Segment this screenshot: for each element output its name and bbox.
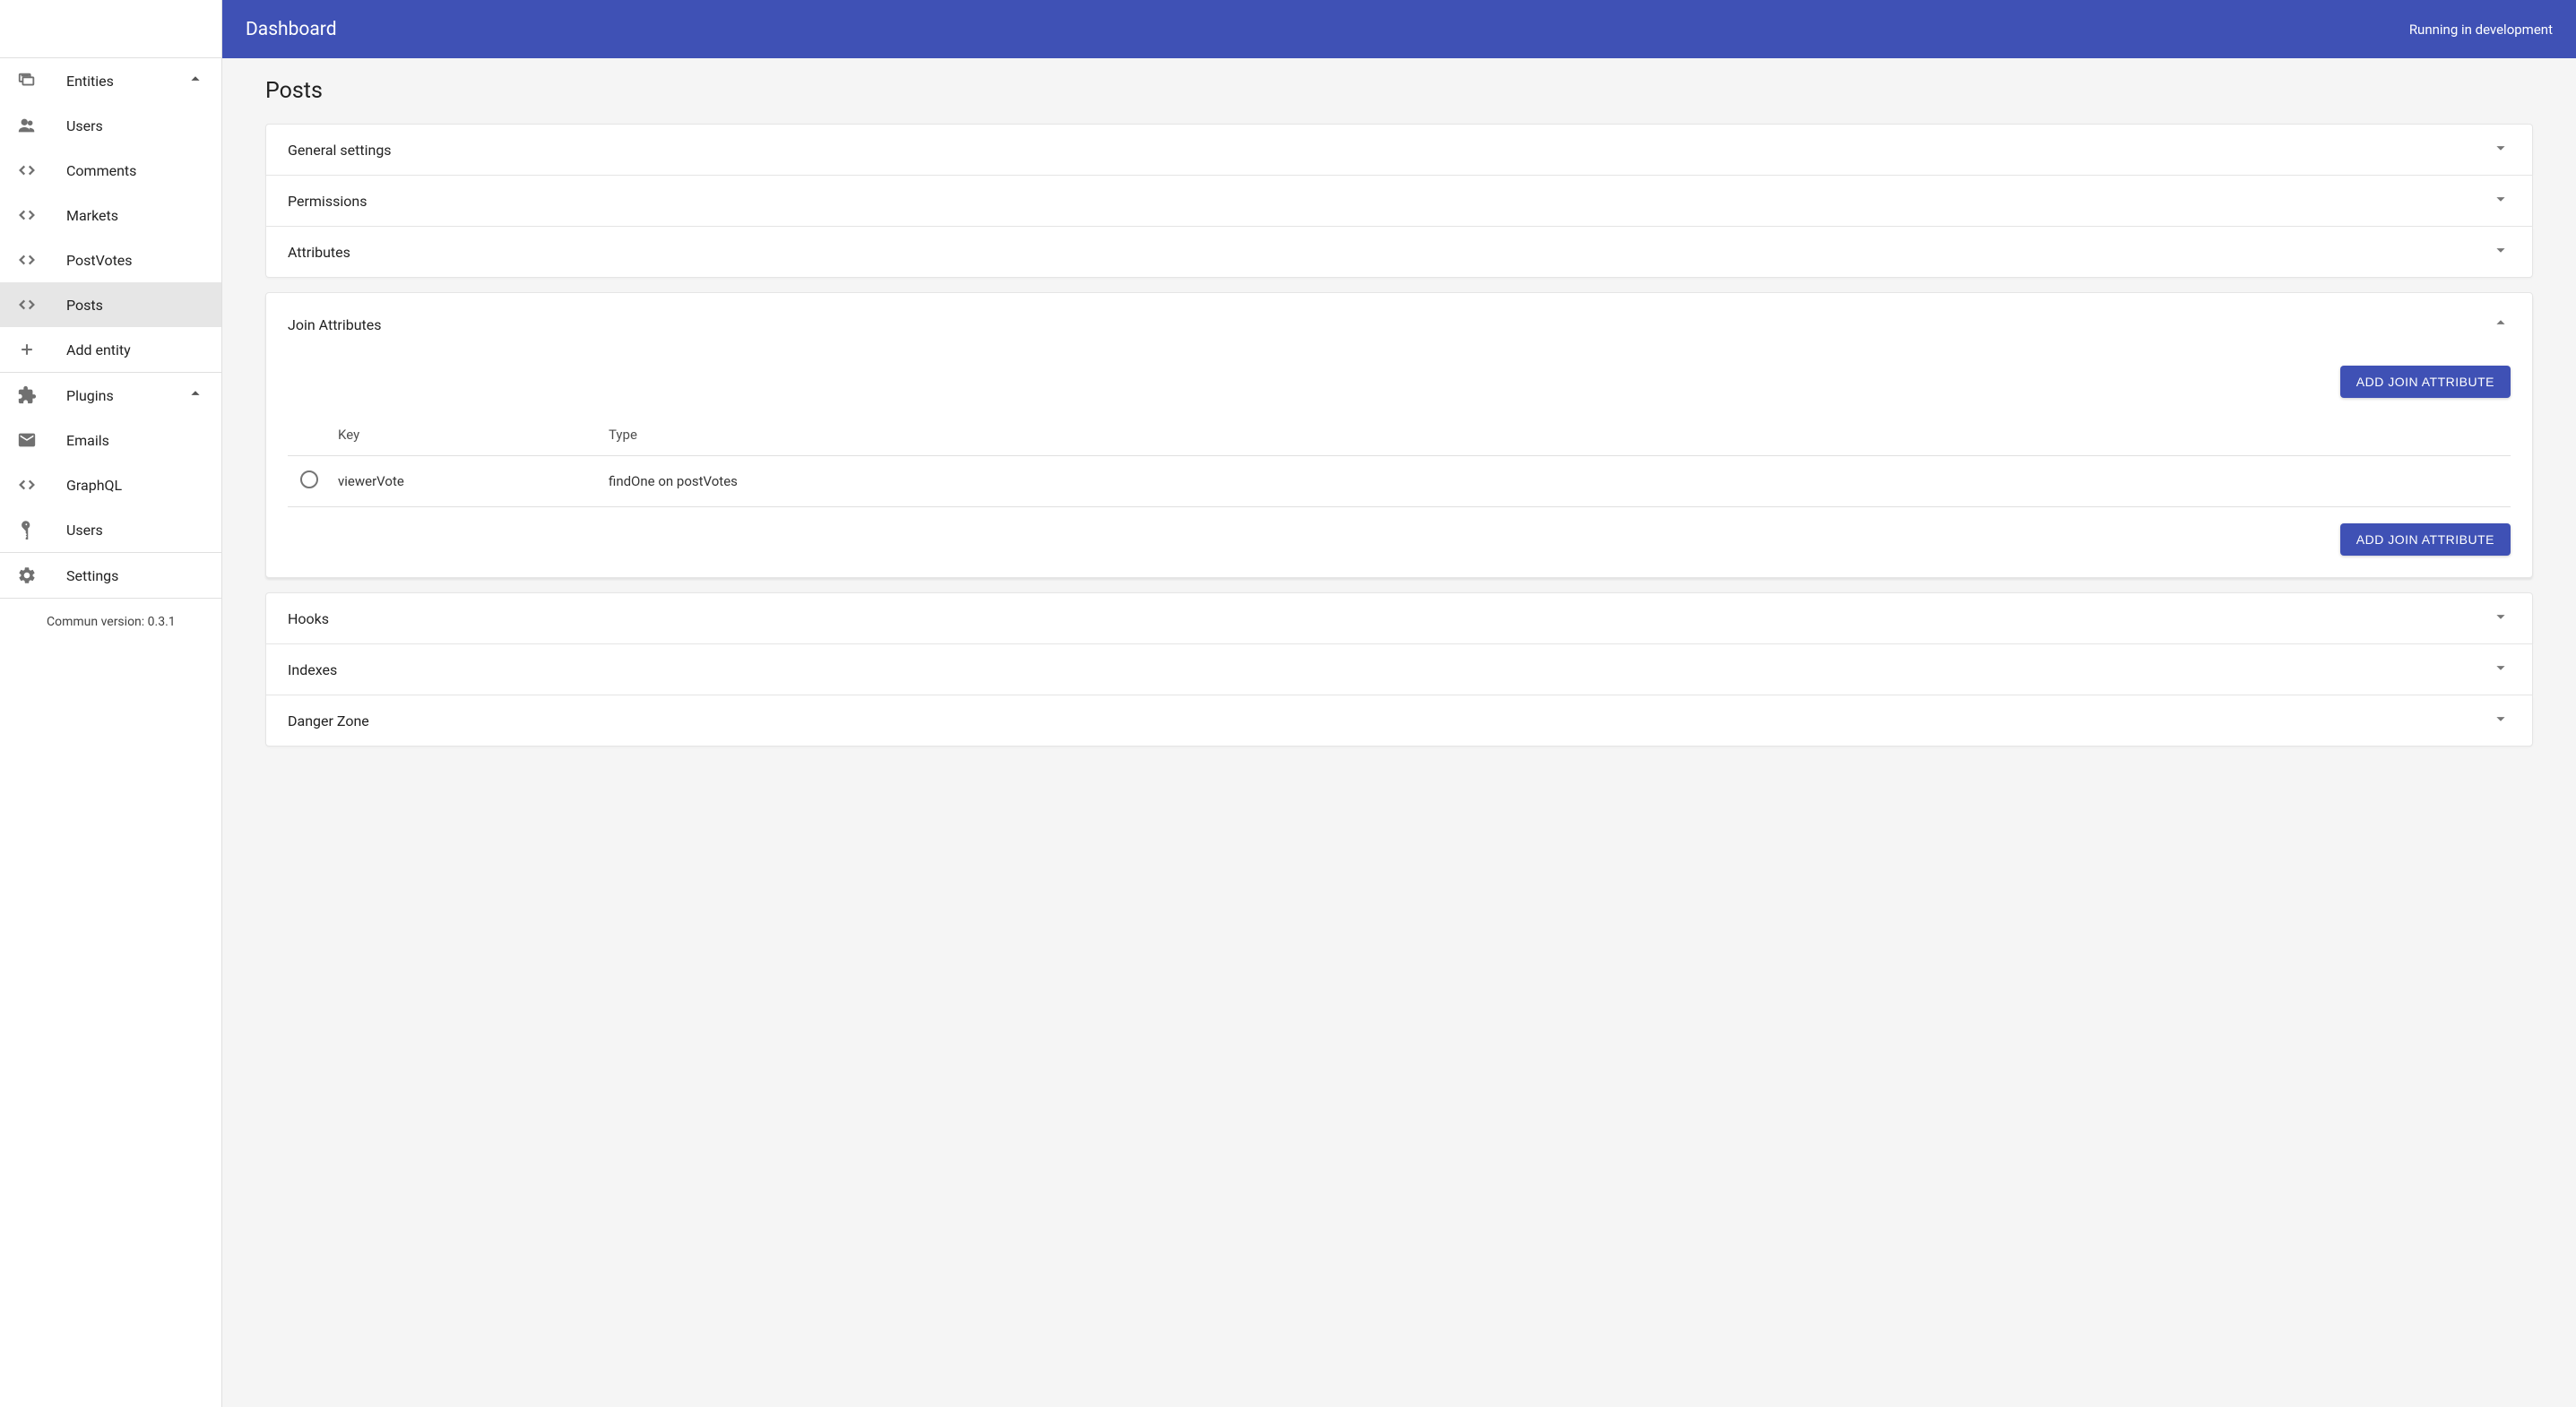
sidebar-item-comments[interactable]: Comments — [0, 148, 221, 193]
chevron-down-icon — [2491, 658, 2511, 681]
sidebar-item-label: Emails — [66, 432, 205, 449]
sidebar-item-emails[interactable]: Emails — [0, 418, 221, 462]
radio-icon[interactable] — [300, 470, 318, 488]
sidebar-header-plugins[interactable]: Plugins — [0, 373, 221, 418]
extension-icon — [16, 384, 38, 406]
panel-join-attributes-header[interactable]: Join Attributes — [266, 293, 2532, 350]
join-attributes-table: Key Type viewerVote findOne on postVotes — [288, 414, 2511, 507]
sidebar-item-graphql[interactable]: GraphQL — [0, 462, 221, 507]
plus-icon — [16, 339, 38, 360]
sidebar-item-label: Add entity — [66, 341, 205, 358]
key-icon — [16, 519, 38, 540]
sidebar-item-settings[interactable]: Settings — [0, 553, 221, 598]
app-header: Dashboard Running in development — [222, 0, 2576, 58]
chevron-down-icon — [2491, 240, 2511, 263]
sidebar-item-label: Comments — [66, 162, 205, 179]
sidebar-item-postvotes[interactable]: PostVotes — [0, 237, 221, 282]
code-icon — [16, 160, 38, 181]
sidebar-item-label: PostVotes — [66, 252, 205, 269]
add-join-attribute-button-bottom[interactable]: ADD JOIN ATTRIBUTE — [2340, 523, 2511, 556]
panel-title: General settings — [288, 142, 392, 159]
sidebar-section-plugins: Plugins Emails GraphQL — [0, 373, 221, 553]
panel-title: Hooks — [288, 610, 329, 627]
sidebar-header-entities-label: Entities — [66, 73, 186, 90]
code-icon — [16, 474, 38, 496]
sidebar-item-label: Users — [66, 117, 205, 134]
gear-icon — [16, 565, 38, 586]
chevron-up-icon — [2491, 313, 2511, 336]
main: Dashboard Running in development Posts G… — [222, 0, 2576, 1407]
page-title: Posts — [265, 78, 2533, 104]
panel-title: Join Attributes — [288, 316, 382, 333]
sidebar-header-plugins-label: Plugins — [66, 387, 186, 404]
chevron-up-icon — [186, 384, 205, 407]
version-label: Commun version: 0.3.1 — [0, 599, 221, 629]
header-env-label: Running in development — [2409, 22, 2553, 38]
chevron-down-icon — [2491, 138, 2511, 161]
code-icon — [16, 204, 38, 226]
content: Posts General settings Permissions — [222, 58, 2576, 781]
sidebar-header-entities[interactable]: Entities — [0, 58, 221, 103]
panel-join-attributes: Join Attributes ADD JOIN ATTRIBUTE Key T… — [265, 292, 2533, 578]
code-icon — [16, 294, 38, 315]
panel-body: ADD JOIN ATTRIBUTE Key Type — [266, 366, 2532, 577]
panel-stack-top: General settings Permissions Attributes — [265, 124, 2533, 278]
sidebar-item-label: Users — [66, 522, 205, 539]
sidebar-item-users[interactable]: Users — [0, 103, 221, 148]
header-title: Dashboard — [246, 19, 337, 40]
table-header-type: Type — [601, 414, 2511, 456]
sidebar-item-label: GraphQL — [66, 477, 205, 494]
sidebar-item-label: Markets — [66, 207, 205, 224]
code-icon — [16, 249, 38, 271]
sidebar-section-settings: Settings — [0, 553, 221, 599]
cell-key: viewerVote — [333, 456, 601, 507]
users-icon — [16, 115, 38, 136]
cell-type: findOne on postVotes — [601, 456, 2511, 507]
panel-title: Danger Zone — [288, 712, 369, 729]
sidebar: Entities Users Comments — [0, 0, 222, 1407]
sidebar-item-label: Posts — [66, 297, 205, 314]
panel-indexes[interactable]: Indexes — [265, 644, 2533, 695]
panel-stack-bottom: Hooks Indexes Danger Zone — [265, 592, 2533, 747]
chevron-down-icon — [2491, 607, 2511, 630]
sidebar-item-plugin-users[interactable]: Users — [0, 507, 221, 552]
mail-icon — [16, 429, 38, 451]
add-join-attribute-button-top[interactable]: ADD JOIN ATTRIBUTE — [2340, 366, 2511, 398]
sidebar-item-posts[interactable]: Posts — [0, 282, 221, 327]
layers-icon — [16, 70, 38, 91]
table-header-select — [288, 414, 333, 456]
sidebar-top-spacer — [0, 0, 221, 58]
panel-title: Attributes — [288, 244, 350, 261]
panel-danger-zone[interactable]: Danger Zone — [265, 695, 2533, 747]
sidebar-item-label: Settings — [66, 567, 205, 584]
panel-hooks[interactable]: Hooks — [265, 592, 2533, 644]
table-header-key: Key — [333, 414, 601, 456]
panel-general-settings[interactable]: General settings — [265, 124, 2533, 176]
panel-attributes[interactable]: Attributes — [265, 227, 2533, 278]
panel-title: Permissions — [288, 193, 367, 210]
panel-permissions[interactable]: Permissions — [265, 176, 2533, 227]
sidebar-item-markets[interactable]: Markets — [0, 193, 221, 237]
chevron-up-icon — [186, 69, 205, 92]
sidebar-section-entities: Entities Users Comments — [0, 58, 221, 373]
table-row[interactable]: viewerVote findOne on postVotes — [288, 456, 2511, 507]
chevron-down-icon — [2491, 189, 2511, 212]
chevron-down-icon — [2491, 709, 2511, 732]
panel-title: Indexes — [288, 661, 337, 678]
sidebar-item-add-entity[interactable]: Add entity — [0, 327, 221, 372]
